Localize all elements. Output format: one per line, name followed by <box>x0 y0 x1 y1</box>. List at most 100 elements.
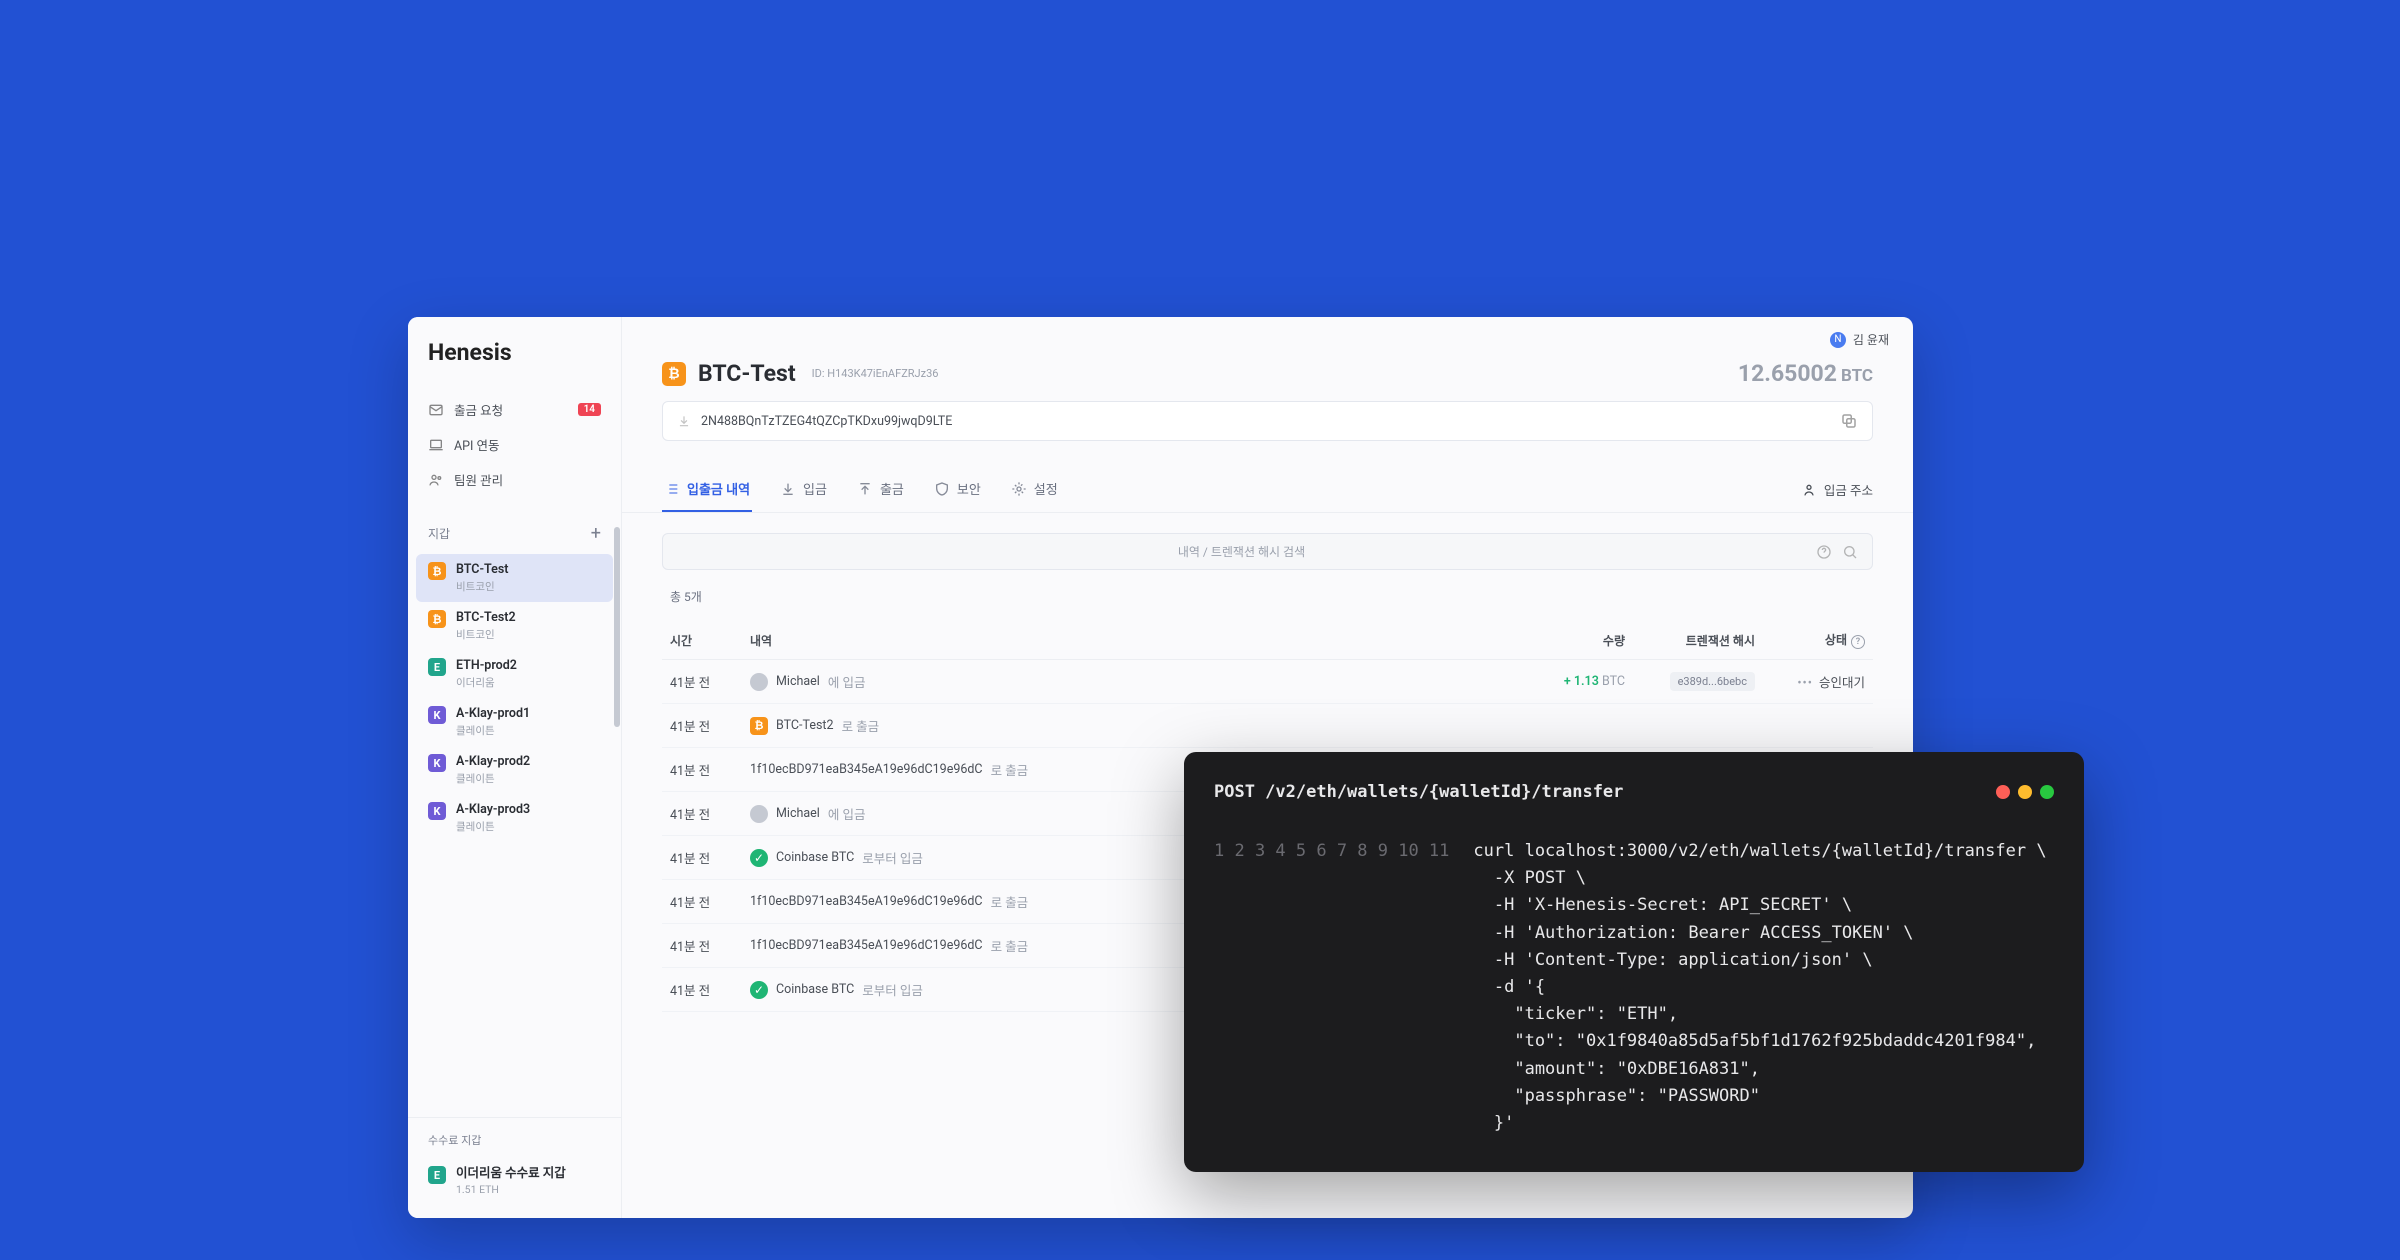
check-icon: ✓ <box>750 981 768 999</box>
avatar: N <box>1830 332 1846 348</box>
tab-deposit[interactable]: 입금 <box>778 467 829 512</box>
eth-icon: E <box>428 658 446 676</box>
klay-icon: K <box>428 802 446 820</box>
minimize-icon[interactable] <box>2018 785 2032 799</box>
wallet-item[interactable]: ₿ BTC-Test2 비트코인 <box>416 602 613 650</box>
avatar-icon <box>750 673 768 691</box>
wallet-sub: 클레이튼 <box>456 723 530 738</box>
wallet-name: BTC-Test2 <box>456 610 516 625</box>
mail-icon <box>428 402 444 418</box>
tab-label: 설정 <box>1034 479 1058 498</box>
gear-icon <box>1011 481 1027 497</box>
wallet-title: BTC-Test <box>698 360 796 387</box>
table-row[interactable]: 41분 전₿BTC-Test2 로 출금 <box>662 704 1873 748</box>
wallet-name: A-Klay-prod3 <box>456 802 530 817</box>
wallet-name: A-Klay-prod2 <box>456 754 530 769</box>
fee-wallet-name: 이더리움 수수료 지갑 <box>456 1166 566 1181</box>
topbar: N 김 윤재 <box>622 317 1913 348</box>
window-controls[interactable] <box>1996 785 2054 799</box>
tab-label: 입금 <box>803 479 827 498</box>
table-row[interactable]: 41분 전Michael 에 입금+ 1.13 BTCe389d...6bebc… <box>662 660 1873 704</box>
wallets-header-label: 지갑 <box>428 525 450 542</box>
brand-logo: Henesis <box>408 339 621 392</box>
wallet-sub: 클레이튼 <box>456 819 530 834</box>
tab-withdraw[interactable]: 출금 <box>855 467 906 512</box>
nav-team[interactable]: 팀원 관리 <box>408 462 621 497</box>
wallet-sub: 비트코인 <box>456 579 509 594</box>
sidebar-scrollbar[interactable] <box>614 527 620 1158</box>
btc-icon: ₿ <box>662 362 686 386</box>
btc-icon: ₿ <box>428 562 446 580</box>
klay-icon: K <box>428 706 446 724</box>
download-icon <box>780 481 796 497</box>
wallet-item[interactable]: K A-Klay-prod3 클레이튼 <box>416 794 613 842</box>
user-chip[interactable]: N 김 윤재 <box>1830 331 1889 348</box>
avatar-icon <box>750 805 768 823</box>
tabs: 입출금 내역 입금 출금 보안 설정 입금 주소 <box>622 467 1913 513</box>
nav-label: API 연동 <box>454 435 500 454</box>
list-icon <box>664 481 680 497</box>
nav-withdraw-request[interactable]: 출금 요청 14 <box>408 392 621 427</box>
fee-wallet-item[interactable]: E 이더리움 수수료 지갑 1.51 ETH <box>416 1158 613 1204</box>
copy-icon[interactable] <box>1840 412 1858 430</box>
sidebar: Henesis 출금 요청 14 API 연동 팀원 관리 지갑 + ₿ BTC-… <box>408 317 622 1218</box>
tab-security[interactable]: 보안 <box>932 467 983 512</box>
people-icon <box>428 472 444 488</box>
user-name: 김 윤재 <box>1853 331 1889 348</box>
terminal-window: POST /v2/eth/wallets/{walletId}/transfer… <box>1184 752 2084 1172</box>
badge-count: 14 <box>578 403 601 416</box>
code-block: 1 2 3 4 5 6 7 8 9 10 11 curl localhost:3… <box>1214 838 2054 1137</box>
fee-section: 수수료 지갑 E 이더리움 수수료 지갑 1.51 ETH <box>408 1117 621 1218</box>
col-status: 상태? <box>1763 621 1873 660</box>
laptop-icon <box>428 437 444 453</box>
terminal-title: POST /v2/eth/wallets/{walletId}/transfer <box>1214 782 1996 802</box>
total-count: 총 5개 <box>622 570 1913 605</box>
col-time: 시간 <box>662 621 742 660</box>
col-amount: 수량 <box>1533 621 1633 660</box>
wallet-item[interactable]: E ETH-prod2 이더리움 <box>416 650 613 698</box>
deposit-addr-label: 입금 주소 <box>1824 480 1873 499</box>
check-icon: ✓ <box>750 849 768 867</box>
address-box: 2N488BQnTzTZEG4tQZCpTKDxu99jwqD9LTE <box>662 401 1873 441</box>
col-detail: 내역 <box>742 621 1533 660</box>
wallet-sub: 비트코인 <box>456 627 516 642</box>
wallet-list: ₿ BTC-Test 비트코인 ₿ BTC-Test2 비트코인 E ETH-prod2 이더리… <box>408 554 621 842</box>
wallet-name: A-Klay-prod1 <box>456 706 530 721</box>
upload-icon <box>857 481 873 497</box>
wallet-name: ETH-prod2 <box>456 658 517 673</box>
klay-icon: K <box>428 754 446 772</box>
hash-chip[interactable]: e389d...6bebc <box>1670 672 1755 691</box>
fee-header: 수수료 지갑 <box>408 1132 621 1158</box>
help-icon[interactable]: ? <box>1851 635 1865 649</box>
wallets-header: 지갑 + <box>408 497 621 554</box>
wallet-sub: 이더리움 <box>456 675 517 690</box>
search-input[interactable]: 내역 / 트렌잭션 해시 검색 <box>662 533 1873 570</box>
wallet-header: ₿ BTC-Test ID: H143K47iEnAFZRJz36 12.650… <box>622 348 1913 387</box>
tab-label: 입출금 내역 <box>687 479 750 498</box>
tab-transactions[interactable]: 입출금 내역 <box>662 467 752 512</box>
search-icon[interactable] <box>1842 544 1858 560</box>
help-icon[interactable] <box>1816 544 1832 560</box>
add-wallet-button[interactable]: + <box>591 523 601 544</box>
nav-api[interactable]: API 연동 <box>408 427 621 462</box>
maximize-icon[interactable] <box>2040 785 2054 799</box>
fee-wallet-sub: 1.51 ETH <box>456 1183 566 1196</box>
wallet-item[interactable]: ₿ BTC-Test 비트코인 <box>416 554 613 602</box>
deposit-address-link[interactable]: 입금 주소 <box>1801 480 1873 499</box>
wallet-name: BTC-Test <box>456 562 509 577</box>
tab-label: 출금 <box>880 479 904 498</box>
tab-label: 보안 <box>957 479 981 498</box>
btc-icon: ₿ <box>428 610 446 628</box>
wallet-item[interactable]: K A-Klay-prod1 클레이튼 <box>416 698 613 746</box>
btc-icon: ₿ <box>750 717 768 735</box>
tab-settings[interactable]: 설정 <box>1009 467 1060 512</box>
wallet-item[interactable]: KA-Klay-prod2클레이튼 <box>416 746 613 794</box>
person-icon <box>1801 482 1817 498</box>
search-placeholder: 내역 / 트렌잭션 해시 검색 <box>677 543 1806 560</box>
download-icon <box>677 414 691 428</box>
close-icon[interactable] <box>1996 785 2010 799</box>
nav-label: 출금 요청 <box>454 400 503 419</box>
wallet-balance: 12.65002BTC <box>1738 360 1873 387</box>
wallet-id: ID: H143K47iEnAFZRJz36 <box>812 367 939 380</box>
shield-icon <box>934 481 950 497</box>
